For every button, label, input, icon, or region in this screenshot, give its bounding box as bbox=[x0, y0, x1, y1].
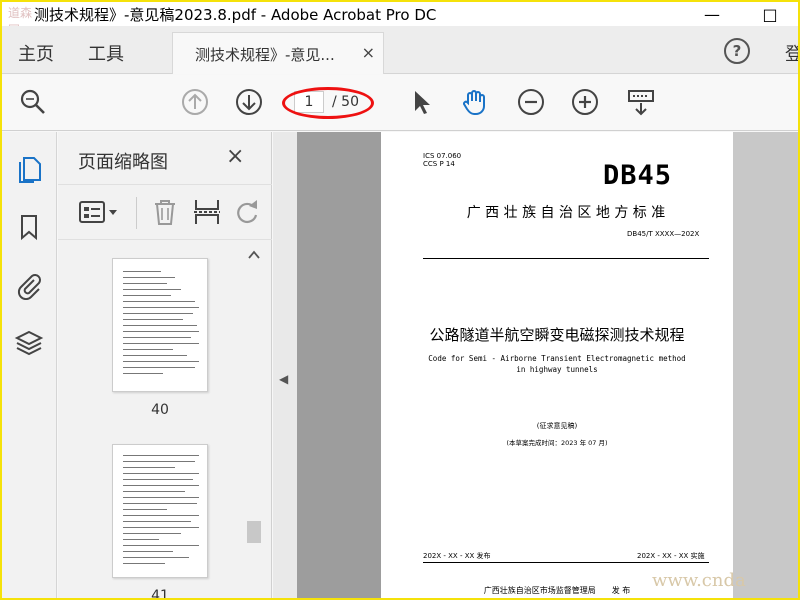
thumbnail-panel-title: 页面缩略图 bbox=[78, 152, 168, 173]
toolbar: 1 / 50 bbox=[2, 75, 798, 131]
tab-tools[interactable]: 工具 bbox=[88, 40, 124, 66]
db45-logo: DB45 bbox=[603, 160, 673, 191]
fit-page-icon[interactable] bbox=[626, 87, 656, 117]
left-rail bbox=[2, 132, 57, 598]
ics-code: ICS 07.060 bbox=[423, 152, 462, 160]
next-page-icon[interactable] bbox=[234, 87, 264, 117]
document-tab-label: 测技术规程》-意见... bbox=[195, 46, 335, 64]
footer-rule bbox=[423, 562, 709, 563]
collapse-panel-button[interactable]: ◀ bbox=[273, 132, 297, 598]
select-cursor-icon[interactable] bbox=[406, 87, 436, 117]
standard-code: DB45/T XXXX—202X bbox=[627, 230, 700, 238]
close-tab-button[interactable]: × bbox=[362, 43, 375, 62]
watermark-logo: 道森网 bbox=[8, 6, 33, 37]
thumbnail-scrollbar[interactable] bbox=[244, 246, 264, 598]
pdf-page: ICS 07.060 CCS P 14 DB45 广 西 壮 族 自 治 区 地… bbox=[381, 132, 733, 598]
document-title-cn: 公路隧道半航空瞬变电磁探测技术规程 bbox=[429, 326, 685, 344]
thumbnail-page-number: 40 bbox=[151, 402, 169, 418]
rotate-page-icon[interactable] bbox=[232, 197, 262, 227]
attachment-icon[interactable] bbox=[14, 270, 44, 300]
hand-tool-icon[interactable] bbox=[460, 87, 490, 117]
document-title-en-2: in highway tunnels bbox=[516, 365, 598, 374]
toolbar-divider bbox=[136, 197, 137, 229]
standard-category: 广 西 壮 族 自 治 区 地 方 标 准 bbox=[466, 205, 666, 221]
completion-date: (本草案完成时间：2023 年 07 月) bbox=[506, 439, 608, 447]
document-title-en-1: Code for Semi - Airborne Transient Elect… bbox=[428, 354, 686, 363]
help-button[interactable]: ? bbox=[724, 38, 750, 64]
thumbnail-page-number: 41 bbox=[151, 588, 169, 598]
acrobat-window: 道森网 测技术规程》-意见稿2023.8.pdf - Adobe Acrobat… bbox=[2, 2, 798, 598]
thumbnail-panel: 页面缩略图 × 40 41 bbox=[58, 132, 272, 598]
collapse-arrow-icon: ◀ bbox=[279, 372, 289, 386]
previous-page-icon[interactable] bbox=[180, 87, 210, 117]
thumbnail-tools bbox=[58, 184, 272, 240]
header-rule bbox=[423, 258, 709, 259]
sign-in-button[interactable]: 登 bbox=[785, 40, 798, 66]
extract-page-icon[interactable] bbox=[192, 197, 222, 227]
draft-status: (征求意见稿) bbox=[536, 422, 578, 430]
implement-date: 202X - XX - XX 实施 bbox=[637, 552, 705, 560]
delete-page-icon[interactable] bbox=[150, 197, 180, 227]
ccs-code: CCS P 14 bbox=[423, 160, 455, 168]
bookmark-icon[interactable] bbox=[14, 212, 44, 242]
tab-home[interactable]: 主页 bbox=[18, 40, 54, 66]
page-gutter bbox=[733, 132, 798, 598]
scrollbar-thumb[interactable] bbox=[247, 521, 261, 543]
window-title: 测技术规程》-意见稿2023.8.pdf - Adobe Acrobat Pro… bbox=[34, 6, 437, 24]
thumbnail-options-icon[interactable] bbox=[78, 199, 124, 227]
layers-icon[interactable] bbox=[14, 328, 44, 358]
zoom-in-icon[interactable] bbox=[570, 87, 600, 117]
page-thumbnail[interactable] bbox=[112, 258, 208, 392]
document-tab[interactable]: 测技术规程》-意见... × bbox=[172, 32, 384, 74]
scroll-up-icon[interactable] bbox=[248, 250, 260, 260]
red-annotation-circle bbox=[282, 87, 374, 119]
maximize-button[interactable]: □ bbox=[750, 2, 790, 26]
page-thumbnails-icon[interactable] bbox=[14, 154, 44, 184]
minimize-button[interactable]: — bbox=[692, 2, 732, 26]
publish-date: 202X - XX - XX 发布 bbox=[423, 552, 491, 560]
zoom-search-icon[interactable] bbox=[18, 87, 48, 117]
document-view: ◀ ICS 07.060 CCS P 14 DB45 广 西 壮 族 自 治 区… bbox=[273, 132, 798, 598]
menu-bar: 主页 工具 测技术规程》-意见... × ? 登 bbox=[2, 26, 798, 74]
site-watermark: www.cnda bbox=[652, 570, 746, 591]
zoom-out-icon[interactable] bbox=[516, 87, 546, 117]
title-bar: 道森网 测技术规程》-意见稿2023.8.pdf - Adobe Acrobat… bbox=[2, 2, 798, 37]
page-thumbnail[interactable] bbox=[112, 444, 208, 578]
close-panel-button[interactable]: × bbox=[226, 144, 244, 169]
